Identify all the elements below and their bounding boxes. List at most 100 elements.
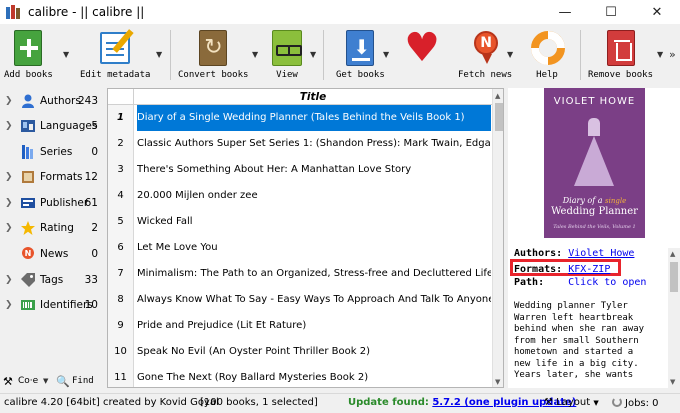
details-scrollbar[interactable]: ▲ ▼ [668, 248, 680, 388]
formats-link[interactable]: KFX-ZIP [568, 264, 610, 275]
path-link[interactable]: Click to open [568, 277, 646, 288]
help-button[interactable]: Help [527, 28, 567, 80]
person-icon [22, 94, 34, 108]
table-row[interactable]: 3 There's Something About Her: A Manhatta… [108, 157, 492, 183]
status-bar: calibre 4.20 [64bit] created by Kovid Go… [0, 393, 680, 413]
fetch-news-button[interactable]: N Fetch news [458, 28, 512, 80]
book-title[interactable]: Minimalism: The Path to an Organized, St… [137, 261, 491, 287]
tag-browser-count: 33 [84, 274, 98, 286]
table-row[interactable]: 1 Diary of a Single Wedding Planner (Tale… [108, 105, 492, 131]
scrollbar-thumb[interactable] [670, 262, 678, 292]
table-row[interactable]: 2 Classic Authors Super Set Series 1: (Sh… [108, 131, 492, 157]
tag-browser-item-news[interactable]: N News 0 [0, 243, 103, 265]
formats-label: Formats: [514, 264, 563, 275]
convert-books-dropdown-arrow[interactable]: ▼ [252, 50, 258, 59]
authors-label: Authors: [514, 248, 563, 259]
maximize-button[interactable]: ☐ [588, 0, 634, 24]
expand-arrow-icon[interactable]: ❯ [5, 198, 13, 208]
book-list-scrollbar[interactable]: ▲ ▼ [492, 89, 503, 387]
news-icon: N [474, 31, 499, 64]
layout-button[interactable]: ⚒ Layout ▼ [544, 397, 599, 408]
scrollbar-thumb[interactable] [495, 103, 503, 131]
expand-arrow-icon[interactable]: ❯ [5, 121, 13, 131]
table-row[interactable]: 5 Wicked Fall [108, 209, 492, 235]
book-title[interactable]: There's Something About Her: A Manhattan… [137, 157, 491, 183]
row-number: 6 [108, 235, 134, 261]
toolbar-overflow-button[interactable]: » [669, 48, 676, 61]
expand-arrow-icon[interactable]: ❯ [5, 300, 13, 310]
get-books-button[interactable]: Get books [336, 28, 385, 80]
remove-books-button[interactable]: Remove books [588, 28, 653, 80]
book-description: Wedding planner Tyler Warren left heartb… [514, 301, 645, 380]
add-books-dropdown-arrow[interactable]: ▼ [63, 50, 69, 59]
book-title[interactable]: Gone The Next (Roy Ballard Mysteries Boo… [137, 365, 491, 387]
tag-browser-item-languages[interactable]: ❯ Languages 5 [0, 115, 103, 137]
add-books-icon [14, 30, 43, 66]
tag-browser-label: Publisher [40, 197, 89, 209]
book-title[interactable]: Wicked Fall [137, 209, 491, 235]
tag-browser-item-rating[interactable]: ❯ Rating 2 [0, 217, 103, 239]
expand-arrow-icon[interactable]: ❯ [5, 275, 13, 285]
row-number: 1 [108, 105, 134, 131]
configure-dropdown-arrow[interactable]: ▼ [43, 377, 48, 385]
tag-browser-item-publisher[interactable]: ❯ Publisher 61 [0, 192, 103, 214]
languages-icon [21, 120, 35, 132]
scroll-up-icon[interactable]: ▲ [670, 250, 675, 258]
add-books-label: Add books [4, 70, 53, 80]
tag-browser-label: Languages [40, 120, 98, 132]
edit-metadata-button[interactable]: Edit metadata [80, 28, 150, 80]
table-row[interactable]: 11 Gone The Next (Roy Ballard Mysteries B… [108, 365, 492, 387]
donate-button[interactable]: ♥ [402, 28, 442, 68]
path-label: Path: [514, 277, 545, 288]
wrench-icon[interactable]: ⚒ [3, 375, 13, 388]
expand-arrow-icon[interactable]: ❯ [5, 96, 13, 106]
book-title[interactable]: Let Me Love You [137, 235, 491, 261]
main-toolbar: Add books ▼ Edit metadata ▼ Convert book… [0, 24, 680, 86]
fetch-news-dropdown-arrow[interactable]: ▼ [507, 50, 513, 59]
book-title[interactable]: Diary of a Single Wedding Planner (Tales… [137, 105, 491, 131]
get-books-dropdown-arrow[interactable]: ▼ [383, 50, 389, 59]
close-button[interactable]: ✕ [634, 0, 680, 24]
table-row[interactable]: 4 20.000 Mijlen onder zee [108, 183, 492, 209]
configure-button[interactable]: Co·e [18, 376, 38, 386]
column-header-title[interactable]: Title [134, 89, 492, 105]
tag-browser-item-formats[interactable]: ❯ Formats 12 [0, 166, 103, 188]
jobs-indicator[interactable]: Jobs: 0 [612, 397, 659, 409]
scroll-up-icon[interactable]: ▲ [495, 92, 500, 100]
edit-metadata-icon [100, 32, 131, 64]
book-cover[interactable]: VIOLET HOWE Diary of a single Wedding Pl… [544, 88, 645, 238]
tag-browser-item-identifiers[interactable]: ❯ Identifiers 10 [0, 294, 103, 316]
row-number: 10 [108, 339, 134, 365]
tag-browser-item-series[interactable]: Series 0 [0, 141, 103, 163]
view-dropdown-arrow[interactable]: ▼ [310, 50, 316, 59]
remove-books-dropdown-arrow[interactable]: ▼ [657, 50, 663, 59]
expand-arrow-icon[interactable]: ❯ [5, 223, 13, 233]
search-icon[interactable]: 🔍 [56, 375, 70, 388]
view-icon [272, 30, 302, 66]
book-title[interactable]: Speak No Evil (An Oyster Point Thriller … [137, 339, 491, 365]
edit-metadata-dropdown-arrow[interactable]: ▼ [156, 50, 162, 59]
book-title[interactable]: 20.000 Mijlen onder zee [137, 183, 491, 209]
tag-browser-item-tags[interactable]: ❯ Tags 33 [0, 269, 103, 291]
table-row[interactable]: 6 Let Me Love You [108, 235, 492, 261]
tag-browser-item-authors[interactable]: ❯ Authors 243 [0, 90, 103, 112]
view-button[interactable]: View [267, 28, 307, 80]
minimize-button[interactable]: — [542, 0, 588, 24]
authors-link[interactable]: Violet Howe [568, 248, 634, 259]
cover-title-line2: Wedding Planner [551, 206, 638, 217]
book-title[interactable]: Always Know What To Say - Easy Ways To A… [137, 287, 491, 313]
table-row[interactable]: 10 Speak No Evil (An Oyster Point Thrille… [108, 339, 492, 365]
scroll-down-icon[interactable]: ▼ [670, 378, 675, 386]
table-row[interactable]: 8 Always Know What To Say - Easy Ways To … [108, 287, 492, 313]
convert-books-button[interactable]: Convert books [178, 28, 248, 80]
scroll-down-icon[interactable]: ▼ [495, 378, 500, 386]
layout-dropdown-arrow[interactable]: ▼ [593, 399, 598, 407]
table-row[interactable]: 7 Minimalism: The Path to an Organized, S… [108, 261, 492, 287]
book-title[interactable]: Classic Authors Super Set Series 1: (Sha… [137, 131, 491, 157]
table-row[interactable]: 9 Pride and Prejudice (Lit Et Rature) [108, 313, 492, 339]
add-books-button[interactable]: Add books [4, 28, 53, 80]
book-title[interactable]: Pride and Prejudice (Lit Et Rature) [137, 313, 491, 339]
find-button[interactable]: Find [72, 376, 94, 386]
expand-arrow-icon[interactable]: ❯ [5, 172, 13, 182]
get-books-icon [346, 30, 375, 66]
